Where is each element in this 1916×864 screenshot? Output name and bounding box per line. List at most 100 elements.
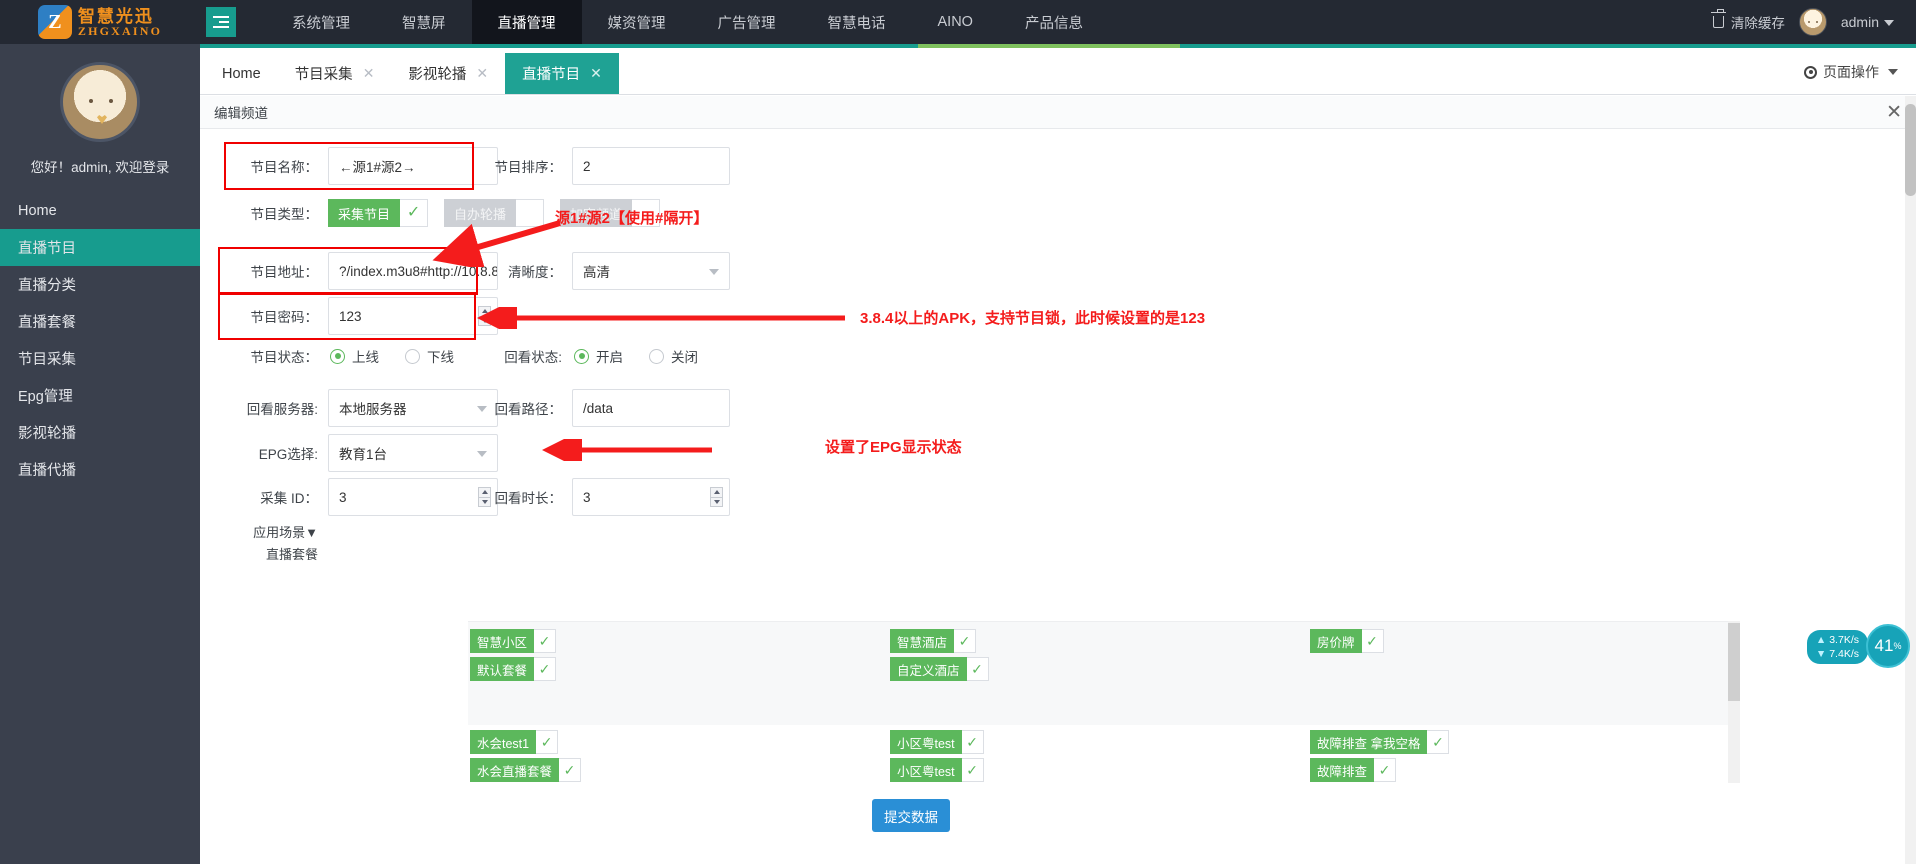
checkbox[interactable]: ✓ [534, 629, 556, 653]
inner-scrollbar-thumb[interactable] [1728, 623, 1740, 701]
tab-video-loop[interactable]: 影视轮播 ✕ [391, 53, 505, 94]
tab-program-collect[interactable]: 节目采集 ✕ [278, 53, 392, 94]
close-icon[interactable]: ✕ [1886, 103, 1902, 122]
page-operations-button[interactable]: 页面操作 [1804, 62, 1916, 94]
scene-tag-8[interactable]: 水会直播套餐 ✓ [470, 758, 581, 782]
nav-item-3[interactable]: 媒资管理 [582, 0, 692, 44]
scene-tag-10[interactable]: 故障排查 ✓ [1310, 758, 1396, 782]
scene-tag-4[interactable]: 自定义酒店 ✓ [890, 657, 989, 681]
checkbox[interactable]: ✓ [954, 629, 976, 653]
collect-id-input[interactable]: 3 [328, 478, 498, 516]
program-order-input[interactable]: 2 [572, 147, 730, 185]
panel-header: 编辑频道 ✕ [200, 96, 1916, 129]
sidebar-item-program-collect[interactable]: 节目采集 [0, 340, 200, 377]
annotation-arrow-password [475, 307, 855, 329]
checkbox[interactable]: ✓ [534, 657, 556, 681]
epg-value: 教育1台 [339, 443, 387, 463]
check-icon: ✓ [1366, 634, 1378, 648]
page-scrollbar-track[interactable] [1905, 96, 1916, 864]
program-name-input[interactable]: ←源1#源2→ [328, 147, 498, 185]
checkbox[interactable]: ✓ [1374, 758, 1396, 782]
submit-button[interactable]: 提交数据 [872, 799, 950, 832]
page-scrollbar-thumb[interactable] [1905, 104, 1916, 196]
sidebar-avatar[interactable] [60, 62, 140, 142]
network-upload-speed: ▼ 7.4K/s [1816, 647, 1859, 661]
annotation-text-1: 3.8.4以上的APK，支持节目锁，此时候设置的是123 [860, 307, 1205, 328]
annotation-arrow-epg [540, 439, 720, 461]
scene-tag-6[interactable]: 小区粤test ✓ [890, 730, 984, 754]
sidebar-item-live-package[interactable]: 直播套餐 [0, 303, 200, 340]
checkbox[interactable]: ✓ [559, 758, 581, 782]
user-name-label: admin [1841, 14, 1879, 30]
quality-select[interactable]: 高清 [572, 252, 730, 290]
sidebar-item-home[interactable]: Home [0, 192, 200, 229]
checkbox[interactable]: ✓ [536, 730, 558, 754]
program-password-input[interactable]: 123 [328, 297, 498, 335]
nav-item-7[interactable]: 产品信息 [999, 0, 1109, 44]
avatar[interactable] [1799, 8, 1827, 36]
scene-tag-1[interactable]: 智慧酒店 ✓ [890, 629, 976, 653]
scene-tag-2[interactable]: 房价牌 ✓ [1310, 629, 1384, 653]
collect-id-value: 3 [339, 490, 347, 505]
close-icon[interactable]: ✕ [590, 65, 602, 82]
program-status-offline[interactable]: 下线 [405, 346, 454, 366]
review-status-off[interactable]: 关闭 [649, 346, 698, 366]
nav-item-5[interactable]: 智慧电话 [802, 0, 912, 44]
scene-tag-9[interactable]: 小区粤test ✓ [890, 758, 984, 782]
checkbox[interactable]: ✓ [967, 657, 989, 681]
nav-item-0[interactable]: 系统管理 [266, 0, 376, 44]
number-stepper[interactable] [710, 487, 723, 507]
scene-tag-4-label: 自定义酒店 [890, 657, 967, 681]
check-icon: ✓ [966, 763, 978, 777]
nav-item-2[interactable]: 直播管理 [472, 0, 582, 44]
review-status-on[interactable]: 开启 [574, 346, 623, 366]
sidebar-item-live-category[interactable]: 直播分类 [0, 266, 200, 303]
scene-tag-0[interactable]: 智慧小区 ✓ [470, 629, 556, 653]
scene-tag-6-label: 小区粤test [890, 730, 962, 754]
top-nav-items: 系统管理 智慧屏 直播管理 媒资管理 广告管理 智慧电话 AINO 产品信息 [266, 0, 1109, 44]
checkbox[interactable]: ✓ [400, 199, 428, 227]
sidebar-avatar-wrap [0, 44, 200, 142]
arrow-down-icon: ▼ [1816, 648, 1826, 660]
sidebar-item-video-loop[interactable]: 影视轮播 [0, 414, 200, 451]
close-icon[interactable]: ✕ [363, 65, 375, 82]
sidebar-item-epg[interactable]: Epg管理 [0, 377, 200, 414]
checkbox[interactable]: ✓ [962, 758, 984, 782]
scene-tag-7[interactable]: 故障排查 拿我空格 ✓ [1310, 730, 1449, 754]
tab-live-program[interactable]: 直播节目 ✕ [505, 53, 619, 94]
scene-tag-5[interactable]: 水会test1 ✓ [470, 730, 558, 754]
user-menu[interactable]: admin [1841, 14, 1894, 30]
radio-icon [574, 349, 589, 364]
checkbox[interactable]: ✓ [1427, 730, 1449, 754]
brand-logo[interactable]: 智慧光迅 ZHGXAINO [0, 0, 200, 44]
program-status-online[interactable]: 上线 [330, 346, 379, 366]
scene-tag-3[interactable]: 默认套餐 ✓ [470, 657, 556, 681]
clear-cache-button[interactable]: 清除缓存 [1713, 12, 1785, 32]
nav-item-1[interactable]: 智慧屏 [376, 0, 472, 44]
program-type-option-collect-label: 采集节目 [328, 199, 400, 227]
sidebar-item-live-program[interactable]: 直播节目 [0, 229, 200, 266]
sidebar: 您好！admin, 欢迎登录 Home 直播节目 直播分类 直播套餐 节目采集 … [0, 44, 200, 864]
checkbox[interactable]: ✓ [962, 730, 984, 754]
network-speed-widget[interactable]: ▲ 3.7K/s ▼ 7.4K/s [1807, 630, 1868, 664]
tab-home[interactable]: Home [200, 53, 278, 94]
checkbox[interactable]: ✓ [1362, 629, 1384, 653]
review-duration-input[interactable]: 3 [572, 478, 730, 516]
check-icon: ✓ [539, 634, 551, 648]
sidebar-toggle-icon[interactable] [206, 7, 236, 37]
program-type-option-collect[interactable]: 采集节目 ✓ [328, 199, 428, 227]
package-tags-area [468, 725, 1740, 783]
sidebar-item-live-proxy[interactable]: 直播代播 [0, 451, 200, 488]
nav-item-6[interactable]: AINO [912, 0, 999, 44]
field-program-order: 节目排序： 2 [482, 147, 730, 185]
zoom-level-badge[interactable]: 41% [1866, 624, 1910, 668]
epg-select[interactable]: 教育1台 [328, 434, 498, 472]
chevron-down-icon [1884, 20, 1894, 26]
check-icon: ✓ [539, 662, 551, 676]
review-path-input[interactable]: /data [572, 389, 730, 427]
review-server-select[interactable]: 本地服务器 [328, 389, 498, 427]
chevron-down-icon [709, 269, 719, 275]
close-icon[interactable]: ✕ [476, 65, 488, 82]
nav-item-4[interactable]: 广告管理 [692, 0, 802, 44]
scene-label[interactable]: 应用场景▼ [228, 522, 318, 541]
